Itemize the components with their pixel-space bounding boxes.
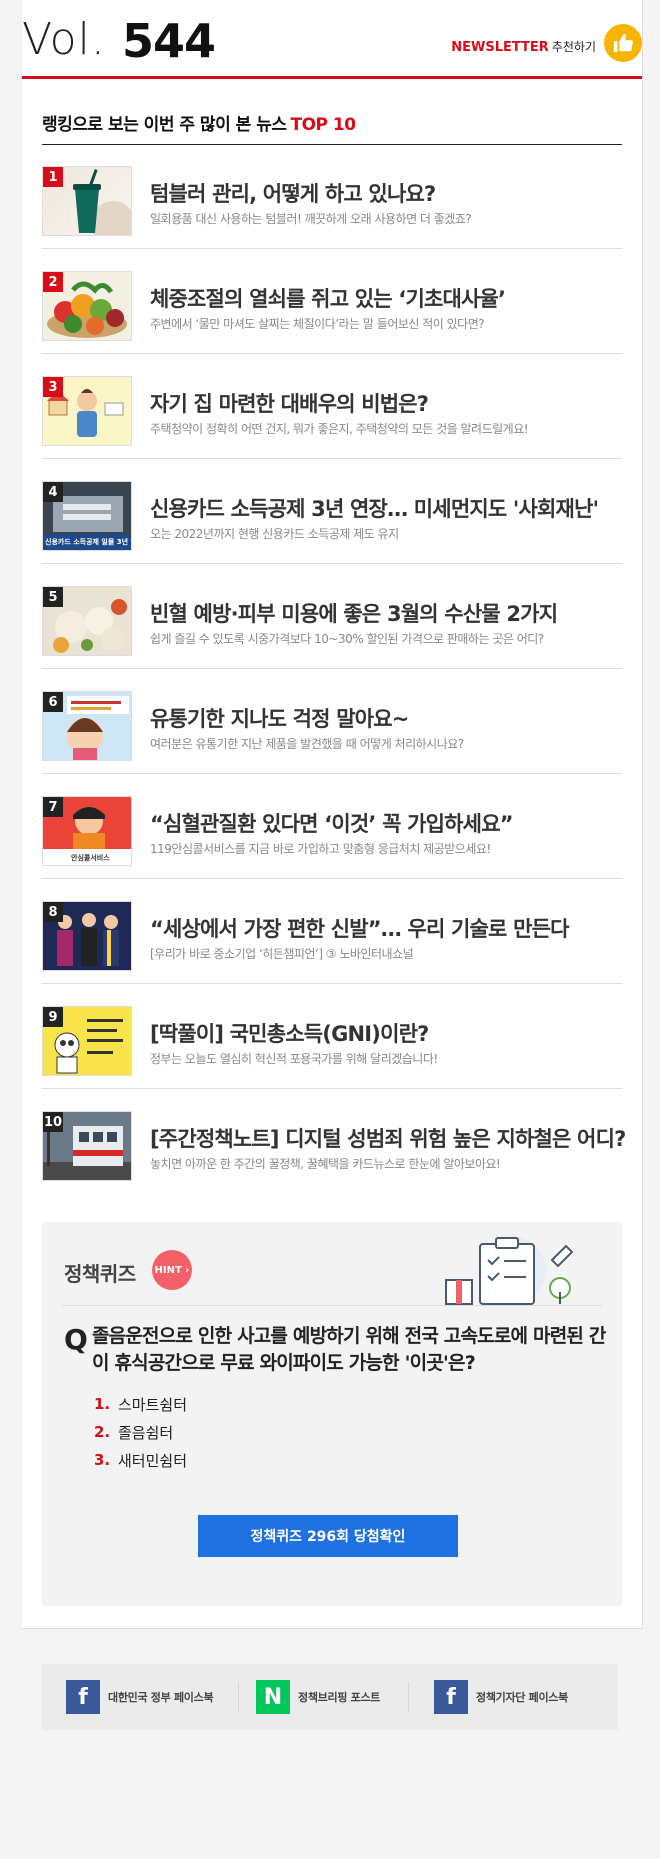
rank-badge: 9 [43,1007,63,1027]
news-title[interactable]: 유통기한 지나도 걱정 말아요~ [150,703,409,733]
news-desc: 119안심콜서비스를 지금 바로 가입하고 맞춤형 응급처치 제공받으세요! [150,842,491,856]
news-desc: 여러분은 유통기한 지난 제품을 발견했을 때 어떻게 처리하시나요? [150,737,464,751]
news-title[interactable]: 신용카드 소득공제 3년 연장… 미세먼지도 '사회재난' [150,493,599,523]
news-desc: 주변에서 ‘물만 마셔도 살찌는 체질이다’라는 말 들어보신 적이 있다면? [150,317,485,331]
option-number: 2. [94,1423,111,1441]
quiz-option[interactable]: 2. 졸음쉼터 [94,1418,187,1446]
news-title[interactable]: 빈혈 예방·피부 미용에 좋은 3월의 수산물 2가지 [150,598,558,628]
news-item[interactable]: 1 텀블러 관리, 어떻게 하고 있나요? 일회용품 대신 사용하는 텀블러! … [42,144,622,249]
naver-icon: N [256,1680,290,1714]
news-title[interactable]: “세상에서 가장 편한 신발”… 우리 기술로 만든다 [150,913,569,943]
rank-badge: 10 [43,1112,63,1132]
news-title[interactable]: [주간정책노트] 디지털 성범죄 위험 높은 지하철은 어디? [150,1123,626,1153]
quiz-illustration [445,1236,574,1305]
hint-label: HINT [154,1264,182,1276]
news-item[interactable]: 9 [딱풀이] 국민총소득(GNI)이란? 정부는 오늘도 열심히 혁신적 포용… [42,984,622,1089]
news-desc: 정부는 오늘도 열심히 혁신적 포용국가를 위해 달리겠습니다! [150,1052,438,1066]
quiz-question: 졸음운전으로 인한 사고를 예방하기 위해 전국 고속도로에 마련된 간이 휴식… [92,1325,606,1374]
rank-badge: 8 [43,902,63,922]
header: Vol. 544 NEWSLETTER 추천하기 [22,0,642,79]
news-title[interactable]: 자기 집 마련한 대배우의 비법은? [150,388,429,418]
news-item[interactable]: 5 빈혈 예방·피부 미용에 좋은 3월의 수산물 2가지 쉽게 즐길 수 있도… [42,564,622,669]
facebook-icon: f [66,1680,100,1714]
rank-badge: 2 [43,272,63,292]
newsletter-page: Vol. 544 NEWSLETTER 추천하기 랭킹으로 보는 이번 주 많이 … [22,0,643,1629]
quiz-option[interactable]: 3. 새터민쉼터 [94,1446,187,1474]
footer-link-reporters-facebook[interactable]: f 정책기자단 페이스북 [434,1679,568,1715]
rank-badge: 5 [43,587,63,607]
quiz-options: 1. 스마트쉼터 2. 졸음쉼터 3. 새터민쉼터 [94,1390,187,1474]
footer-divider [238,1682,239,1712]
quiz-divider [62,1305,602,1306]
volume-number: 544 [122,14,216,68]
footer-link-label: 정책브리핑 포스트 [298,1691,381,1704]
news-desc: 놓치면 아까운 한 주간의 꿀정책, 꿀혜택을 카드뉴스로 한눈에 알아보아요! [150,1157,501,1171]
hint-button[interactable]: HINT › [152,1250,192,1290]
policy-quiz: 정책퀴즈 HINT › Q 졸음운전으로 인한 사고를 예방하기 위해 전국 고… [42,1222,622,1606]
footer-link-label: 대한민국 정부 페이스북 [108,1691,214,1704]
news-title[interactable]: 체중조절의 열쇠를 쥐고 있는 ‘기초대사율’ [150,283,506,313]
news-list: 1 텀블러 관리, 어떻게 하고 있나요? 일회용품 대신 사용하는 텀블러! … [42,144,626,1193]
option-number: 1. [94,1395,111,1413]
quiz-winner-check-button[interactable]: 정책퀴즈 296회 당첨확인 [198,1515,458,1557]
news-title[interactable]: [딱풀이] 국민총소득(GNI)이란? [150,1018,429,1048]
news-item[interactable]: 2 체중조절의 열쇠를 쥐고 있는 ‘기초대사율’ 주변에서 ‘물만 마셔도 살… [42,249,622,354]
thumbnail-caption: 신용카드 소득공제 일몰 3년 연 [45,538,132,546]
footer-link-gov-facebook[interactable]: f 대한민국 정부 페이스북 [66,1679,214,1715]
recommend-label: 추천하기 [551,40,596,54]
footer-social-links: f 대한민국 정부 페이스북 N 정책브리핑 포스트 f 정책기자단 페이스북 [42,1664,618,1730]
news-item[interactable]: 8 “세상에서 가장 편한 신발”… 우리 기술로 만든다 [우리가 바로 중소… [42,879,622,984]
news-item[interactable]: 10 [주간정책노트] 디지털 성범죄 위험 높은 지하철은 어디? 놓치면 아… [42,1089,626,1193]
rank-badge: 7 [43,797,63,817]
news-item[interactable]: 3 자기 집 마련한 대배우의 비법은? 주택청약이 정확히 어떤 건지, 뭐가… [42,354,622,459]
section-title-accent: TOP 10 [290,115,356,135]
news-item[interactable]: 7 안심콜서비스 “심혈관질환 있다면 ‘이것’ 꼭 가입하세요” 119안심콜… [42,774,622,879]
rank-badge: 3 [43,377,63,397]
quiz-option[interactable]: 1. 스마트쉼터 [94,1390,187,1418]
news-thumbnail[interactable]: 4 신용카드 소득공제 일몰 3년 연 [42,481,132,551]
news-title[interactable]: “심혈관질환 있다면 ‘이것’ 꼭 가입하세요” [150,808,514,838]
news-thumbnail[interactable]: 1 [42,166,132,236]
rank-badge: 4 [43,482,63,502]
newsletter-label: NEWSLETTER [451,40,549,55]
rank-badge: 6 [43,692,63,712]
volume-prefix: Vol. [22,14,106,65]
news-thumbnail[interactable]: 3 [42,376,132,446]
news-thumbnail[interactable]: 2 [42,271,132,341]
news-desc: 주택청약이 정확히 어떤 건지, 뭐가 좋은지, 주택청약의 모든 것을 알려드… [150,422,529,436]
footer-link-label: 정책기자단 페이스북 [476,1691,568,1704]
news-desc: 오는 2022년까지 현행 신용카드 소득공제 제도 유지 [150,527,399,541]
thumbs-up-icon[interactable] [604,24,642,62]
news-thumbnail[interactable]: 5 [42,586,132,656]
newsletter-recommend-link[interactable]: NEWSLETTER 추천하기 [451,38,596,55]
quiz-title: 정책퀴즈 [64,1262,136,1286]
footer-link-briefing-post[interactable]: N 정책브리핑 포스트 [256,1679,380,1715]
option-text: 스마트쉼터 [118,1395,188,1414]
news-title[interactable]: 텀블러 관리, 어떻게 하고 있나요? [150,178,436,208]
news-desc: 일회용품 대신 사용하는 텀블러! 깨끗하게 오래 사용하면 더 좋겠죠? [150,212,472,226]
footer-divider [408,1682,409,1712]
news-thumbnail[interactable]: 9 [42,1006,132,1076]
news-item[interactable]: 6 유통기한 지나도 걱정 말아요~ 여러분은 유통기한 지난 제품을 발견했을… [42,669,622,774]
question-q-icon: Q [64,1323,88,1356]
news-thumbnail[interactable]: 8 [42,901,132,971]
section-title: 랭킹으로 보는 이번 주 많이 본 뉴스 TOP 10 [42,110,622,145]
thumbnail-caption: 안심콜서비스 [71,854,110,862]
rank-badge: 1 [43,167,63,187]
news-thumbnail[interactable]: 10 [42,1111,132,1181]
facebook-icon: f [434,1680,468,1714]
news-desc: [우리가 바로 중소기업 ‘히든챔피언’] ③ 노바인터내쇼널 [150,947,414,961]
news-thumbnail[interactable]: 7 안심콜서비스 [42,796,132,866]
option-text: 졸음쉼터 [118,1423,174,1442]
option-number: 3. [94,1451,111,1469]
news-item[interactable]: 4 신용카드 소득공제 일몰 3년 연 신용카드 소득공제 3년 연장… 미세먼… [42,459,622,564]
option-text: 새터민쉼터 [118,1451,188,1470]
news-desc: 쉽게 즐길 수 있도록 시중가격보다 10~30% 할인된 가격으로 판매하는 … [150,632,544,646]
section-title-text: 랭킹으로 보는 이번 주 많이 본 뉴스 [42,115,287,135]
news-thumbnail[interactable]: 6 [42,691,132,761]
